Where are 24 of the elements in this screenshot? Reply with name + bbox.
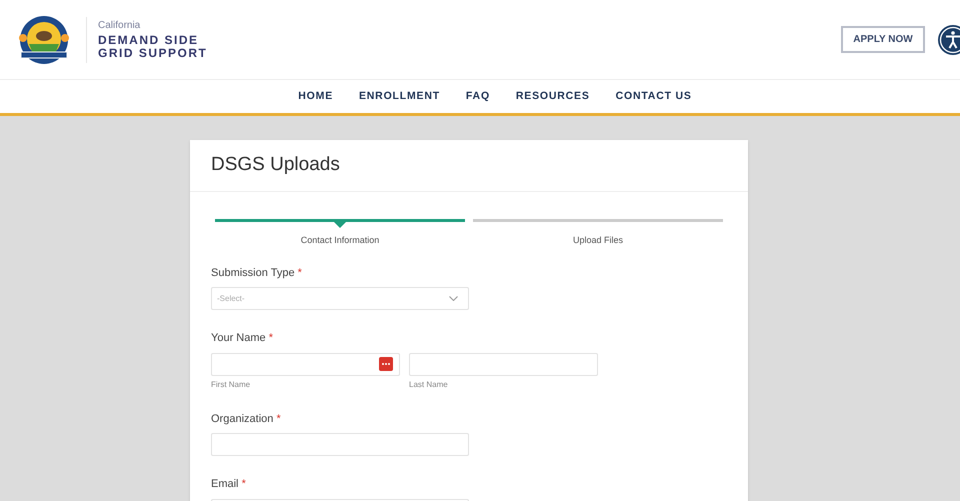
brand-title: DEMAND SIDE	[98, 34, 200, 46]
accessibility-icon[interactable]	[937, 24, 960, 56]
brand-title: GRID SUPPORT	[98, 46, 208, 58]
input-field[interactable]	[409, 352, 598, 376]
nav-link[interactable]: HOME	[298, 88, 333, 104]
nav-link[interactable]: ENROLLMENT	[359, 88, 440, 104]
field-hint: First Name	[211, 378, 252, 390]
nav-link[interactable]: CONTACT US	[616, 88, 692, 104]
input-field[interactable]	[211, 433, 469, 456]
step-label[interactable]: Upload Files	[572, 234, 624, 248]
field-label: Organization *	[211, 412, 282, 426]
field-label: Email *	[211, 477, 247, 492]
form-title: DSGS Uploads	[211, 153, 340, 178]
step-label[interactable]: Contact Information	[300, 234, 380, 248]
field-label: Submission Type *	[211, 266, 303, 280]
dots-badge-icon[interactable]	[379, 357, 393, 371]
brand-subtitle: California	[98, 20, 142, 30]
apply-now-button[interactable]: APPLY NOW	[841, 26, 925, 53]
nav-link[interactable]: RESOURCES	[516, 88, 590, 104]
input-field[interactable]	[211, 352, 400, 376]
field-label: Your Name *	[211, 331, 274, 346]
nav-link[interactable]: FAQ	[466, 88, 490, 104]
field-hint: Last Name	[409, 378, 449, 390]
chevron-down-icon	[449, 296, 458, 301]
